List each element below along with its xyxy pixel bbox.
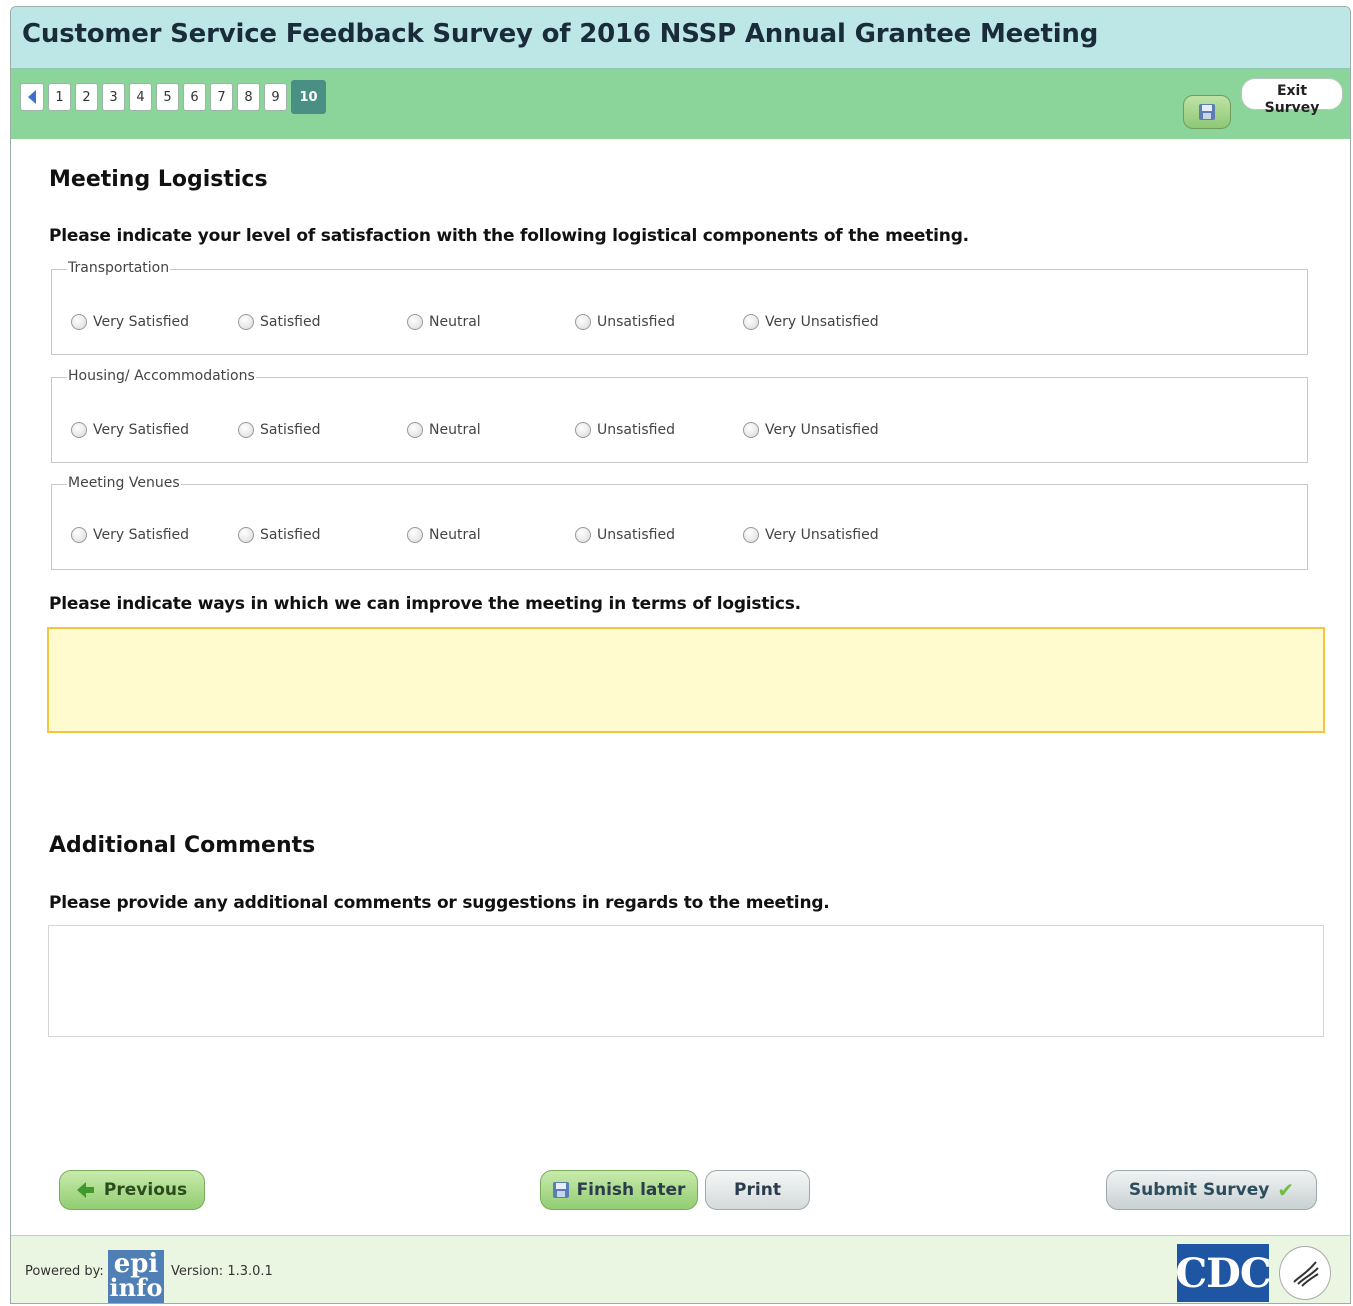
finish-later-button[interactable]: Finish later <box>540 1170 698 1210</box>
epi-info-logo: epi info <box>108 1249 164 1303</box>
page-2-button[interactable]: 2 <box>75 83 98 111</box>
option-label: Neutral <box>429 422 481 438</box>
back-arrow-icon <box>76 1182 94 1198</box>
radio-option[interactable]: Very Satisfied <box>71 314 189 330</box>
improve-logistics-textarea[interactable] <box>47 627 1325 733</box>
option-label: Very Unsatisfied <box>765 527 879 543</box>
radio-option[interactable]: Neutral <box>407 314 481 330</box>
option-label: Very Satisfied <box>93 422 190 438</box>
additional-comments-textarea[interactable] <box>48 925 1324 1037</box>
powered-by-label: Powered by: <box>25 1264 104 1279</box>
radio-button[interactable] <box>575 527 591 543</box>
radio-option[interactable]: Very Unsatisfied <box>743 527 879 543</box>
finish-later-label: Finish later <box>576 1180 686 1200</box>
option-label: Very Unsatisfied <box>765 422 879 438</box>
radio-button[interactable] <box>407 422 423 438</box>
radio-option[interactable]: Neutral <box>407 422 481 438</box>
section-title-logistics: Meeting Logistics <box>49 167 268 192</box>
radio-button[interactable] <box>71 422 87 438</box>
group-label: Meeting Venues <box>67 475 181 491</box>
radio-option[interactable]: Very Satisfied <box>71 422 189 438</box>
hhs-eagle-shape <box>1293 1261 1319 1287</box>
option-label: Very Unsatisfied <box>765 314 879 330</box>
radio-button[interactable] <box>575 314 591 330</box>
page-7-button[interactable]: 7 <box>210 83 233 111</box>
page-3-button[interactable]: 3 <box>102 83 125 111</box>
prev-page-button[interactable] <box>20 83 44 111</box>
fieldset-meeting-venues: Meeting Venues Very Satisfied Satisfied … <box>51 475 1308 570</box>
radio-option[interactable]: Unsatisfied <box>575 527 675 543</box>
page-6-button[interactable]: 6 <box>183 83 206 111</box>
save-icon <box>1199 104 1215 120</box>
radio-button[interactable] <box>407 314 423 330</box>
page-1-button[interactable]: 1 <box>48 83 71 111</box>
radio-button[interactable] <box>575 422 591 438</box>
submit-survey-button[interactable]: Submit Survey ✔ <box>1106 1170 1317 1210</box>
option-label: Very Satisfied <box>93 527 190 543</box>
radio-button[interactable] <box>743 314 759 330</box>
radio-button[interactable] <box>407 527 423 543</box>
survey-window: Customer Service Feedback Survey of 2016… <box>10 6 1351 1304</box>
option-label: Unsatisfied <box>597 314 675 330</box>
submit-survey-label: Submit Survey <box>1128 1180 1270 1200</box>
group-label: Transportation <box>67 260 171 276</box>
radio-option[interactable]: Satisfied <box>238 527 320 543</box>
section-title-comments: Additional Comments <box>49 833 316 858</box>
radio-button[interactable] <box>238 314 254 330</box>
radio-option[interactable]: Satisfied <box>238 314 320 330</box>
option-label: Satisfied <box>260 314 321 330</box>
question-improve-logistics: Please indicate ways in which we can imp… <box>49 594 801 614</box>
option-label: Satisfied <box>260 527 321 543</box>
group-label: Housing/ Accommodations <box>67 368 256 384</box>
option-label: Neutral <box>429 314 481 330</box>
version-label: Version: 1.3.0.1 <box>171 1264 273 1279</box>
save-button[interactable] <box>1183 95 1231 129</box>
radio-button[interactable] <box>743 527 759 543</box>
option-label: Neutral <box>429 527 481 543</box>
navigation-bar: 1 2 3 4 5 6 7 8 9 10 Exit Survey <box>11 69 1350 139</box>
radio-option[interactable]: Neutral <box>407 527 481 543</box>
radio-option[interactable]: Unsatisfied <box>575 422 675 438</box>
page-9-button[interactable]: 9 <box>264 83 287 111</box>
floppy-disk-icon <box>552 1182 569 1198</box>
radio-button[interactable] <box>743 422 759 438</box>
radio-option[interactable]: Unsatisfied <box>575 314 675 330</box>
checkmark-icon: ✔ <box>1277 1178 1295 1202</box>
previous-button[interactable]: Previous <box>59 1170 205 1210</box>
question-satisfaction: Please indicate your level of satisfacti… <box>49 226 969 246</box>
radio-option[interactable]: Very Unsatisfied <box>743 314 879 330</box>
radio-option[interactable]: Very Satisfied <box>71 527 189 543</box>
hhs-eagle-icon <box>1279 1246 1331 1300</box>
previous-button-label: Previous <box>103 1180 188 1200</box>
option-label: Very Satisfied <box>93 314 190 330</box>
page-10-button-current[interactable]: 10 <box>291 80 326 114</box>
page-4-button[interactable]: 4 <box>129 83 152 111</box>
radio-button[interactable] <box>238 527 254 543</box>
print-button[interactable]: Print <box>705 1170 810 1210</box>
option-label: Unsatisfied <box>597 422 675 438</box>
exit-survey-button[interactable]: Exit Survey <box>1241 78 1343 116</box>
page-8-button[interactable]: 8 <box>237 83 260 111</box>
page-navigator: 1 2 3 4 5 6 7 8 9 10 <box>20 80 326 114</box>
radio-button[interactable] <box>238 422 254 438</box>
survey-title: Customer Service Feedback Survey of 2016… <box>22 19 1099 49</box>
radio-option[interactable]: Very Unsatisfied <box>743 422 879 438</box>
fieldset-transportation: Transportation Very Satisfied Satisfied … <box>51 260 1308 355</box>
radio-option[interactable]: Satisfied <box>238 422 320 438</box>
option-label: Unsatisfied <box>597 527 675 543</box>
page-5-button[interactable]: 5 <box>156 83 179 111</box>
title-bar: Customer Service Feedback Survey of 2016… <box>11 7 1350 69</box>
footer: Powered by: epi info Version: 1.3.0.1 CD… <box>11 1235 1350 1303</box>
fieldset-housing: Housing/ Accommodations Very Satisfied S… <box>51 368 1308 463</box>
radio-button[interactable] <box>71 527 87 543</box>
cdc-logo: CDC <box>1175 1244 1272 1302</box>
radio-button[interactable] <box>71 314 87 330</box>
prev-page-arrow-icon <box>28 90 36 104</box>
option-label: Satisfied <box>260 422 321 438</box>
question-additional-comments: Please provide any additional comments o… <box>49 893 830 913</box>
